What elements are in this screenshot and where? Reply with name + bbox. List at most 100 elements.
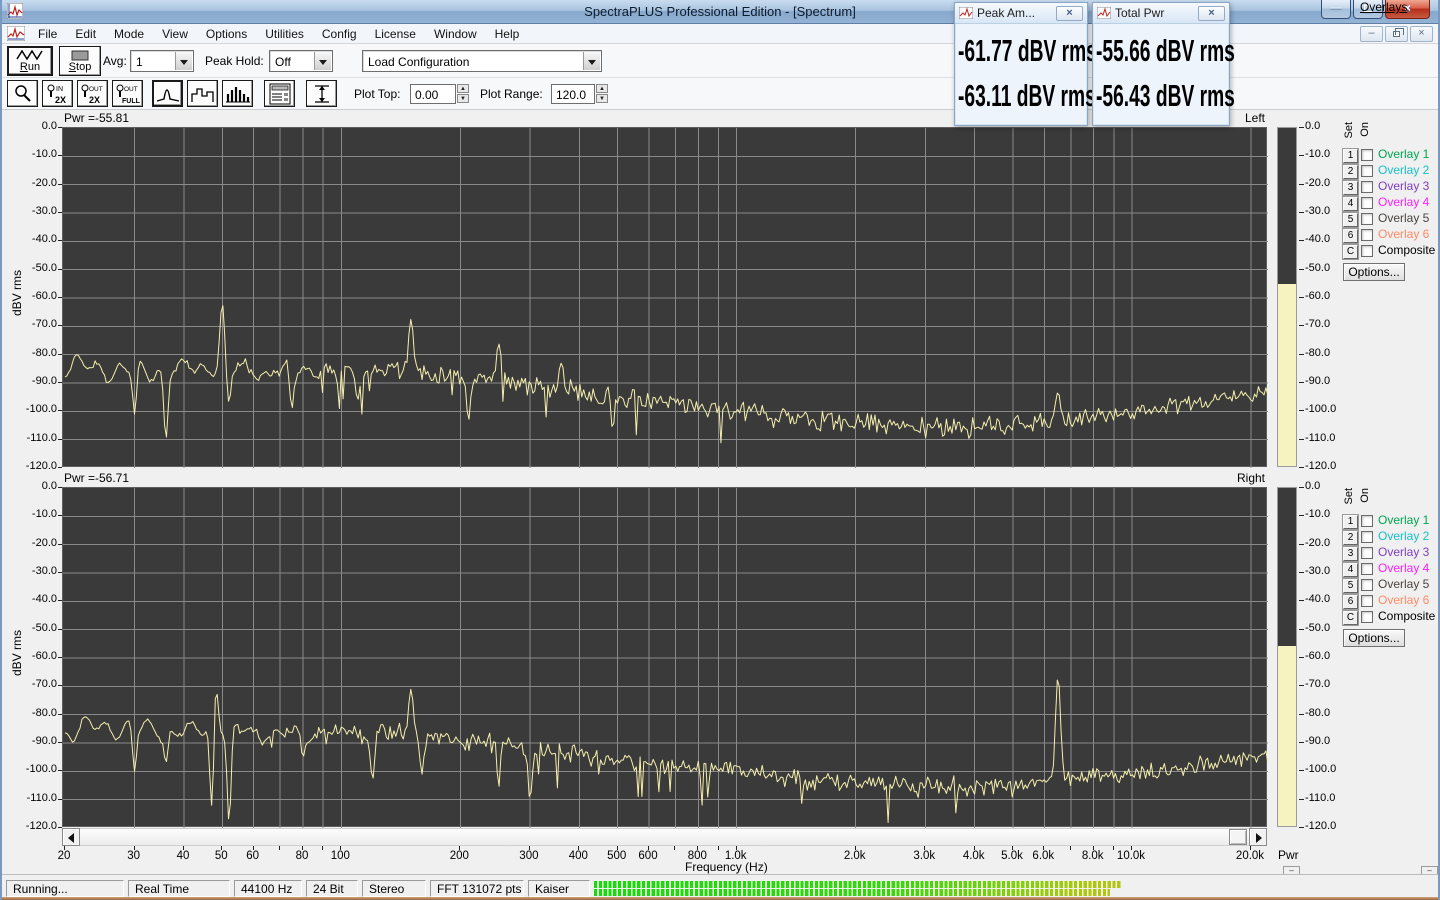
avg-select[interactable]: 1 [130,50,194,72]
y-tick-label: -30.0 [1305,205,1331,217]
overlay-on-checkbox-C[interactable] [1361,245,1373,257]
peak-amplitude-titlebar[interactable]: Peak Am... × [955,3,1087,24]
zoom-out-full-button[interactable]: OUT FULL [112,80,143,107]
zoom-in-2x-button[interactable]: IN 2X [42,80,73,107]
overlay-label: Overlay 2 [1378,529,1430,543]
overlay-options-button[interactable]: Options... [1343,629,1405,647]
y-tick-mark [58,438,62,440]
peak-amplitude-window: Peak Am... × -61.77 dBV rms -63.11 dBV r… [954,2,1097,126]
overlay-on-checkbox-5[interactable] [1361,213,1373,225]
y-tick-mark [1299,212,1304,213]
peak-amp-left-value: -61.77 dBV rms [958,33,1097,68]
load-configuration-select[interactable]: Load Configuration [362,50,602,72]
mdi-restore-button[interactable] [1385,26,1408,42]
overlay-set-button-C[interactable]: C [1343,611,1358,625]
mdi-close-button[interactable]: × [1410,26,1433,42]
mdi-minimize-button[interactable]: – [1360,26,1383,42]
overlay-on-checkbox-2[interactable] [1361,165,1373,177]
overlay-set-button-1[interactable]: 1 [1343,149,1358,163]
menu-window[interactable]: Window [425,25,486,43]
overlay-on-checkbox-C[interactable] [1361,611,1373,623]
overlay-set-button-4[interactable]: 4 [1343,197,1358,211]
y-tick-label: -50.0 [1305,261,1331,274]
menu-options[interactable]: Options [197,25,256,43]
overlay-set-button-1[interactable]: 1 [1343,515,1358,529]
overlay-on-checkbox-4[interactable] [1361,197,1373,209]
bar-plot-mode-button[interactable] [222,80,253,107]
y-tick-label: -20.0 [1305,536,1331,549]
zoom-button[interactable] [7,80,38,107]
overlay-on-checkbox-1[interactable] [1361,149,1373,161]
zoom-out-2x-button[interactable]: OUT 2X [77,80,108,107]
scroll-left-button[interactable] [62,828,80,846]
overlay-set-button-C[interactable]: C [1343,245,1358,259]
y-tick-mark [58,467,62,468]
peak-hold-select-arrow[interactable] [314,52,331,70]
peak-amplitude-close-button[interactable]: × [1056,5,1083,21]
overlay-on-checkbox-6[interactable] [1361,595,1373,607]
overlay-set-button-5[interactable]: 5 [1343,213,1358,227]
menu-config[interactable]: Config [313,25,366,43]
load-configuration-arrow[interactable] [583,52,600,70]
overlay-on-checkbox-3[interactable] [1361,547,1373,559]
frequency-scrollbar[interactable] [62,828,1267,846]
stop-button[interactable]: Stop [59,46,101,76]
y-tick-mark [1299,742,1304,743]
overlay-set-button-6[interactable]: 6 [1343,595,1358,609]
svg-text:2X: 2X [89,95,100,105]
spectrum-plot-left[interactable] [62,127,1269,468]
overlay-set-button-5[interactable]: 5 [1343,579,1358,593]
overlay-on-checkbox-4[interactable] [1361,563,1373,575]
step-plot-mode-button[interactable] [187,80,218,107]
overlay-on-checkbox-1[interactable] [1361,515,1373,527]
peak-hold-select[interactable]: Off [269,50,333,72]
plot-top-spinner[interactable]: ▲ ▼ [457,84,469,104]
spectrum-plot-right[interactable] [62,487,1269,828]
plot-range-spinner[interactable]: ▲ ▼ [596,84,608,104]
plot-range-label: Plot Range: [480,87,543,101]
total-power-window: Total Pwr × -55.66 dBV rms -56.43 dBV rm… [1092,2,1235,126]
menu-edit[interactable]: Edit [66,25,105,43]
line-plot-mode-button[interactable] [152,80,183,107]
y-tick-mark [58,685,62,687]
total-power-close-button[interactable]: × [1198,5,1225,21]
overlay-on-checkbox-3[interactable] [1361,181,1373,193]
overlay-set-button-2[interactable]: 2 [1343,165,1358,179]
y-tick-mark [58,657,62,658]
menu-help[interactable]: Help [486,25,529,43]
display-options-button[interactable] [264,80,295,107]
y-tick-mark [58,410,62,412]
overlay-set-button-3[interactable]: 3 [1343,547,1358,561]
y-tick-mark [1299,770,1304,772]
overlay-options-button[interactable]: Options... [1343,263,1405,281]
total-power-titlebar[interactable]: Total Pwr × [1093,3,1229,24]
overlay-set-button-2[interactable]: 2 [1343,531,1358,545]
amplitude-scale-button[interactable] [306,80,337,107]
overlay-on-checkbox-6[interactable] [1361,229,1373,241]
avg-select-arrow[interactable] [175,52,192,70]
menu-utilities[interactable]: Utilities [256,25,313,43]
plot-top-input[interactable]: 0.00 [410,84,456,104]
y-tick-mark [1299,628,1304,630]
menu-mode[interactable]: Mode [105,25,153,43]
overlay-on-checkbox-2[interactable] [1361,531,1373,543]
y-tick-mark [58,487,62,488]
y-tick-label: -120.0 [25,460,57,472]
scroll-right-button[interactable] [1249,828,1267,846]
menu-license[interactable]: License [366,25,425,43]
overlay-set-button-3[interactable]: 3 [1343,181,1358,195]
overlays-on-label: On [1359,122,1371,137]
minimize-button[interactable]: — [1321,0,1351,19]
overlay-label: Overlay 5 [1378,577,1430,591]
overlay-set-button-6[interactable]: 6 [1343,229,1358,243]
run-button[interactable]: Run [7,46,53,76]
y-tick-label: -100.0 [25,403,57,416]
overlay-set-button-4[interactable]: 4 [1343,563,1358,577]
overlay-on-checkbox-5[interactable] [1361,579,1373,591]
menu-view[interactable]: View [153,25,197,43]
scrollbar-thumb[interactable] [1229,829,1247,845]
plot2-channel-label: Right [1236,471,1265,485]
overlay-label: Overlay 4 [1378,195,1430,209]
menu-file[interactable]: File [29,25,66,43]
plot-range-input[interactable]: 120.0 [551,84,595,104]
